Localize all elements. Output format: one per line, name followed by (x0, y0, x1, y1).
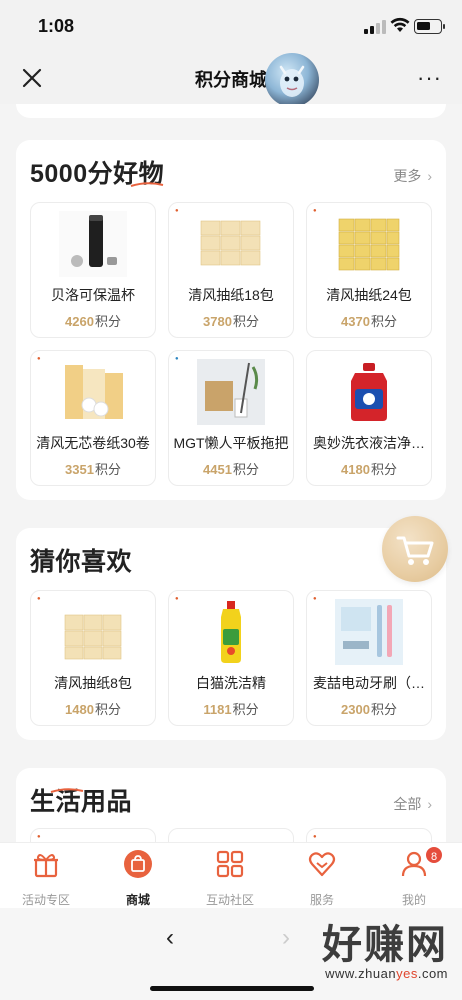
toilet-paper-image (59, 359, 127, 425)
brand-tag-icon: ● (37, 596, 41, 602)
tab-label: 我的 (401, 893, 426, 907)
wifi-icon (390, 17, 410, 32)
forward-arrow-icon[interactable]: › (282, 924, 290, 952)
more-menu-button[interactable]: ··· (417, 67, 442, 89)
shopping-cart-icon (396, 536, 434, 565)
detergent-bottle-image (335, 359, 403, 425)
tab-label: 商城 (125, 893, 150, 907)
tab-mine[interactable]: 8 我的 (368, 845, 460, 909)
dragon-avatar (265, 53, 319, 107)
section-5000-points: 5000分好物 更多 › 贝洛可保温杯 4260积分 ● 清风抽纸18包 378… (16, 140, 446, 500)
shopping-bag-icon (124, 850, 152, 878)
tissue-pack-image (59, 599, 127, 665)
product-name: 清风抽纸8包 (54, 675, 132, 691)
electric-toothbrush-image (335, 599, 403, 665)
tab-label: 活动专区 (21, 893, 70, 907)
tab-label: 互动社区 (205, 893, 254, 907)
brand-tag-icon: ● (175, 208, 179, 214)
product-name: 清风抽纸24包 (326, 287, 412, 303)
heart-icon (308, 852, 336, 877)
section-daily-goods: 生活用品 全部 › ● ● (16, 768, 446, 842)
product-price: 1480积分 (65, 702, 121, 717)
product-price: 4180积分 (341, 462, 397, 477)
page-title: 积分商城 (195, 70, 267, 90)
product-name: MGT懒人平板拖把 (173, 435, 289, 451)
watermark: 好赚网 www.zhuanyes.com (322, 912, 448, 981)
product-card[interactable]: ● 清风无芯卷纸30卷 3351积分 (30, 350, 156, 486)
brand-tag-icon: ● (313, 834, 317, 840)
gift-icon (34, 854, 58, 878)
product-name: 清风无芯卷纸30卷 (36, 435, 150, 451)
more-link[interactable]: 更多 › (393, 166, 432, 186)
brand-tag-icon: ● (175, 596, 179, 602)
tissue-pack-image (197, 211, 265, 277)
tab-mall[interactable]: 商城 (92, 847, 184, 909)
tissue-pack-image (335, 211, 403, 277)
product-card[interactable]: ● 清风抽纸18包 3780积分 (168, 202, 294, 338)
swoosh-decoration (50, 788, 84, 793)
product-card[interactable]: ● 麦喆电动牙刷（… 2300积分 (306, 590, 432, 726)
brand-tag-icon: ● (175, 356, 179, 362)
swoosh-decoration (130, 182, 164, 187)
browser-bottom-bar: ‹ › 好赚网 www.zhuanyes.com (0, 908, 462, 1000)
product-name: 白猫洗洁精 (196, 675, 266, 691)
product-price: 2300积分 (341, 702, 397, 717)
product-price: 3351积分 (65, 462, 121, 477)
product-card[interactable]: ● (306, 828, 432, 842)
product-name: 清风抽纸18包 (188, 287, 274, 303)
grid-icon (216, 850, 244, 878)
floating-cart-button[interactable] (382, 516, 448, 582)
dish-soap-image (197, 599, 265, 665)
tab-label: 服务 (309, 893, 334, 907)
bottom-tab-bar: 活动专区 商城 互动社区 服务 8 我的 (0, 842, 462, 908)
tab-service[interactable]: 服务 (276, 847, 368, 909)
tab-activities[interactable]: 活动专区 (0, 847, 92, 909)
product-card[interactable]: ● 清风抽纸8包 1480积分 (30, 590, 156, 726)
product-price: 3780积分 (203, 314, 259, 329)
nav-bar: 积分商城 ··· (0, 52, 462, 107)
battery-icon (414, 19, 445, 34)
notification-badge: 8 (424, 845, 444, 865)
product-price: 4260积分 (65, 314, 121, 329)
product-price: 4451积分 (203, 462, 259, 477)
product-name: 麦喆电动牙刷（… (313, 675, 425, 691)
brand-tag-icon: ● (37, 834, 41, 840)
cellular-signal-icon (364, 20, 386, 34)
previous-card (16, 104, 446, 118)
product-card[interactable]: ● (30, 828, 156, 842)
mop-image (197, 359, 265, 425)
brand-tag-icon: ● (313, 208, 317, 214)
watermark-title: 好赚网 (322, 923, 448, 967)
product-price: 4370积分 (341, 314, 397, 329)
status-time: 1:08 (38, 16, 75, 36)
brand-tag-icon: ● (313, 596, 317, 602)
home-indicator (150, 986, 314, 991)
status-bar: 1:08 (0, 0, 462, 52)
brand-tag-icon: ● (37, 356, 41, 362)
product-name: 贝洛可保温杯 (51, 287, 135, 303)
product-name: 奥妙洗衣液洁净… (313, 435, 425, 451)
product-card[interactable] (168, 828, 294, 842)
all-link[interactable]: 全部 › (393, 794, 432, 814)
section-title: 5000分好物 (30, 160, 165, 188)
product-card[interactable]: ● 清风抽纸24包 4370积分 (306, 202, 432, 338)
section-title: 生活用品 (30, 788, 133, 816)
section-title: 猜你喜欢 (30, 548, 133, 576)
product-card[interactable]: 贝洛可保温杯 4260积分 (30, 202, 156, 338)
product-card[interactable]: ● 白猫洗洁精 1181积分 (168, 590, 294, 726)
product-card[interactable]: 奥妙洗衣液洁净… 4180积分 (306, 350, 432, 486)
product-card[interactable]: ● MGT懒人平板拖把 4451积分 (168, 350, 294, 486)
tab-community[interactable]: 互动社区 (184, 847, 276, 909)
back-arrow-icon[interactable]: ‹ (166, 924, 174, 952)
thermos-cup-image (59, 211, 127, 277)
content-area[interactable]: 5000分好物 更多 › 贝洛可保温杯 4260积分 ● 清风抽纸18包 378… (0, 104, 462, 842)
product-price: 1181积分 (203, 702, 259, 717)
